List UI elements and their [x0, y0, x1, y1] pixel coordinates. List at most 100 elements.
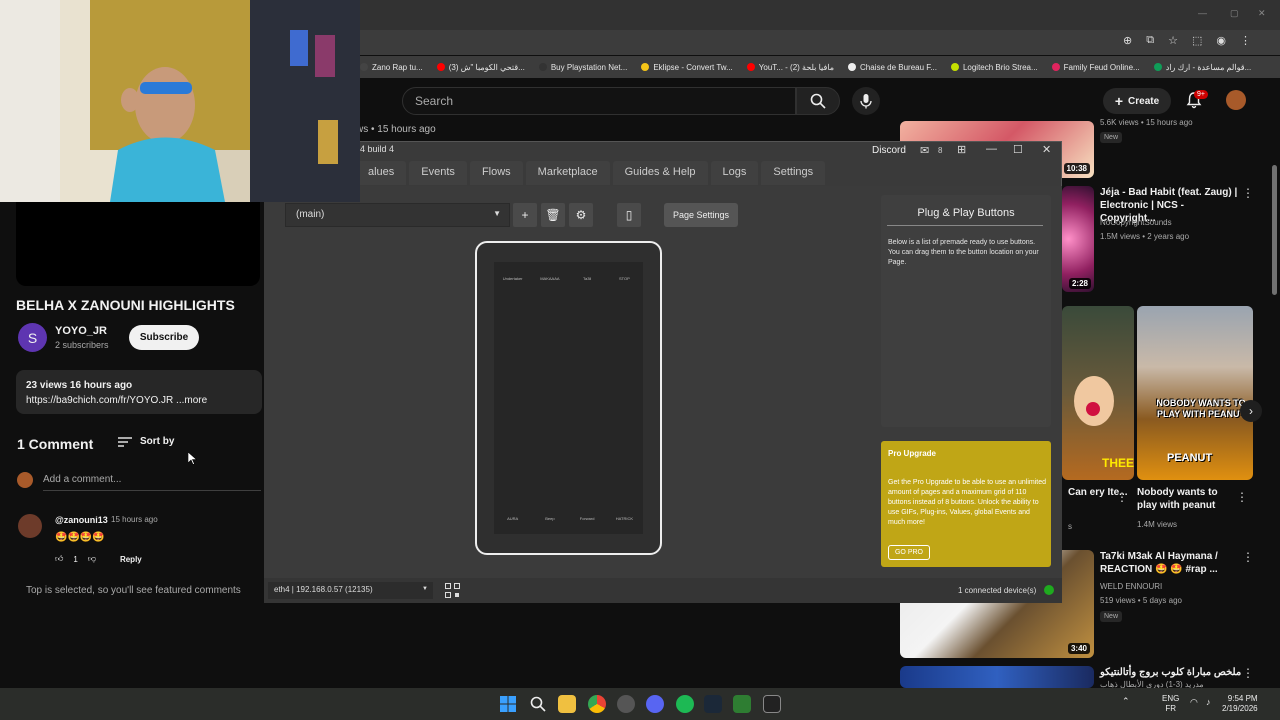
related-title-3b[interactable]: Nobody wants to play with peanut [1137, 486, 1237, 512]
bookmark-item[interactable]: YouT... - مافيا بلحة (2) [746, 63, 834, 72]
deck-button[interactable]: Ta3ll [572, 276, 602, 281]
more-options-icon[interactable]: ⋮ [1242, 186, 1254, 200]
channel-avatar[interactable]: S [18, 323, 47, 352]
tab-alues[interactable]: alues [356, 161, 407, 185]
deck-button[interactable]: STOP [609, 276, 639, 281]
bookmark-item[interactable]: Buy Playstation Net... [538, 63, 627, 72]
account-avatar[interactable] [1226, 90, 1246, 110]
deck-button[interactable]: MAKAAAA [535, 276, 565, 281]
stream-deck-icon[interactable] [763, 695, 781, 713]
bookmark-item[interactable]: Family Feud Online... [1051, 63, 1140, 72]
related-thumb-3a[interactable]: THEE [1062, 306, 1134, 480]
channel-name[interactable]: YOYO_JR [55, 325, 107, 337]
page-select[interactable]: (main) ▼ [285, 203, 510, 227]
bookmark-item[interactable]: (3) قتحي الكومبا "ش... [436, 63, 525, 72]
video-player[interactable] [16, 202, 260, 286]
tab-marketplace[interactable]: Marketplace [525, 161, 610, 185]
close-icon[interactable]: ✕ [1258, 8, 1266, 19]
close-icon[interactable]: ✕ [1042, 143, 1051, 156]
discord-icon[interactable] [646, 695, 664, 713]
extensions-icon[interactable]: ⬚ [1192, 34, 1202, 47]
minimize-icon[interactable]: — [986, 143, 997, 155]
device-preview-button[interactable]: ▯ [617, 203, 641, 227]
related-meta-3b: 1.4M views [1137, 520, 1178, 529]
sort-button[interactable]: Sort by [118, 436, 174, 447]
plug-and-play-panel [881, 195, 1051, 427]
mail-icon[interactable]: ✉ [920, 144, 929, 157]
tab-events[interactable]: Events [409, 161, 467, 185]
related-thumb-5[interactable] [900, 666, 1094, 688]
tab-settings[interactable]: Settings [761, 161, 826, 185]
page-gear-button[interactable]: ⚙ [569, 203, 593, 227]
discord-link[interactable]: Discord [872, 145, 906, 156]
more-options-icon[interactable]: ⋮ [1116, 490, 1128, 504]
related-thumb-3b[interactable]: NOBODY WANTS TO PLAY WITH PEANUT PEANUT [1137, 306, 1253, 480]
deck-button[interactable]: AURA [498, 516, 528, 521]
more-options-icon[interactable]: ⋮ [1236, 490, 1248, 504]
related-title-5[interactable]: ملخص مباراة كلوب بروج وأتالنتيكو [1100, 666, 1241, 679]
profile-icon[interactable]: ◉ [1216, 34, 1226, 47]
related-title-4[interactable]: Ta7ki M3ak Al Haymana / REACTION 🤩 🤩 #ra… [1100, 550, 1240, 576]
chrome-icon[interactable] [588, 695, 606, 713]
volume-icon[interactable]: ♪ [1206, 697, 1211, 707]
qr-code-icon[interactable] [445, 583, 460, 598]
tab-logs[interactable]: Logs [710, 161, 759, 185]
tray-chevron-icon[interactable]: ⌃ [1122, 696, 1130, 707]
bookmark-item[interactable]: Zano Rap tu... [360, 63, 423, 72]
tab-flows[interactable]: Flows [469, 161, 523, 185]
star-icon[interactable]: ☆ [1168, 34, 1178, 47]
video-title: BELHA X ZANOUNI HIGHLIGHTS [16, 297, 235, 313]
network-select[interactable]: eth4 | 192.168.0.57 (12135) ▼ [268, 582, 433, 599]
deck-button[interactable]: Undertaker [498, 276, 528, 281]
app-icon[interactable] [617, 695, 635, 713]
comment-author[interactable]: @zanouni13 [55, 515, 108, 525]
related-channel-4[interactable]: WELD ENNOURI [1100, 582, 1162, 591]
page-scrollbar[interactable] [1272, 165, 1277, 295]
more-options-icon[interactable]: ⋮ [1242, 666, 1254, 680]
menu-kebab-icon[interactable]: ⋮ [1240, 34, 1251, 47]
go-pro-button[interactable]: GO PRO [888, 545, 930, 560]
like-icon[interactable]: 👍︎ [55, 554, 63, 564]
related-thumb-2[interactable]: 2:28 [1062, 186, 1094, 292]
search-button[interactable] [796, 87, 840, 115]
deck-button[interactable]: Beep [535, 516, 565, 521]
dislike-icon[interactable]: 👎︎ [88, 554, 96, 564]
steam-icon[interactable] [704, 695, 722, 713]
zoom-icon[interactable]: ⊕ [1123, 34, 1132, 47]
subscribe-button[interactable]: Subscribe [129, 325, 199, 350]
bookmark-item[interactable]: Logitech Brio Strea... [950, 63, 1038, 72]
windows-start-icon[interactable] [500, 696, 516, 712]
bookmark-item[interactable]: قوالم مساعدة - ارك راد... [1153, 63, 1251, 72]
bookmark-item[interactable]: Eklipse - Convert Tw... [641, 63, 733, 72]
more-options-icon[interactable]: ⋮ [1242, 550, 1254, 564]
bookmark-item[interactable]: Chaise de Bureau F... [848, 63, 937, 72]
deck-button[interactable]: HATRICK [609, 516, 639, 521]
minimize-icon[interactable]: — [1198, 8, 1207, 18]
create-button[interactable]: + Create [1103, 88, 1171, 114]
vmix-icon[interactable] [733, 695, 751, 713]
tab-guides-help[interactable]: Guides & Help [612, 161, 708, 185]
related-channel-2[interactable]: NoCopyrightSounds [1100, 218, 1172, 227]
grid-icon[interactable]: ⊞ [957, 143, 966, 156]
chevron-right-icon[interactable]: › [1240, 400, 1262, 422]
add-comment-input[interactable]: Add a comment... [43, 474, 121, 485]
search-input[interactable]: Search [402, 87, 796, 115]
description-link[interactable]: https://ba9chich.com/fr/YOYO.JR ...more [26, 395, 207, 406]
wifi-icon[interactable]: ◠ [1190, 697, 1198, 708]
add-page-button[interactable]: + [513, 203, 537, 227]
commenter-avatar[interactable] [18, 514, 42, 538]
reply-button[interactable]: Reply [120, 555, 142, 564]
voice-search-button[interactable] [852, 87, 880, 115]
input-language[interactable]: ENG FR [1162, 694, 1179, 714]
file-explorer-icon[interactable] [558, 695, 576, 713]
page-settings-button[interactable]: Page Settings [664, 203, 738, 227]
spotify-icon[interactable] [676, 695, 694, 713]
cast-icon[interactable]: ⧉ [1146, 34, 1154, 47]
clock[interactable]: 9:54 PM 2/19/2026 [1222, 694, 1258, 714]
description-box[interactable] [16, 370, 262, 414]
delete-page-button[interactable]: 🗑︎ [541, 203, 565, 227]
deck-button[interactable]: Forward [572, 516, 602, 521]
maximize-icon[interactable]: ☐ [1013, 143, 1023, 156]
maximize-icon[interactable]: ▢ [1230, 8, 1239, 19]
taskbar-search-icon[interactable] [530, 696, 546, 712]
